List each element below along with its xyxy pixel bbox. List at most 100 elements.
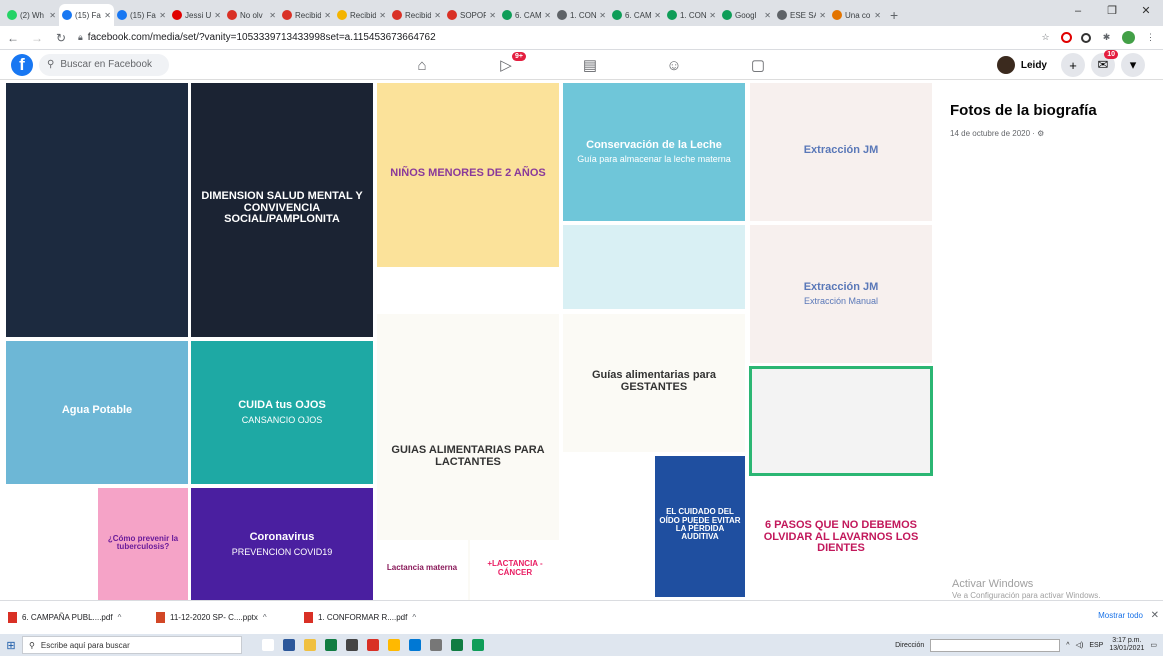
download-item[interactable]: 1. CONFORMAR R....pdf ^ [304,612,452,623]
browser-tab[interactable]: No olv ✕ [224,4,279,26]
download-item[interactable]: 11-12-2020 SP- C....pptx ^ [156,612,304,623]
browser-tab[interactable]: (15) Fa ✕ [59,4,114,26]
gallery-photo[interactable]: EL CUIDADO DEL OÍDO PUEDE EVITAR LA PÉRD… [654,455,746,598]
gallery-photo[interactable]: Guías alimentarias para GESTANTES [562,313,746,453]
minimize-button[interactable]: – [1061,0,1095,26]
browser-tab[interactable]: Recibid ✕ [334,4,389,26]
browser-tab[interactable]: 6. CAM ✕ [499,4,554,26]
tab-close-icon[interactable]: ✕ [819,11,826,20]
marketplace-icon[interactable]: ▤ [548,50,632,80]
tab-close-icon[interactable]: ✕ [489,11,496,20]
taskbar-app-icon[interactable] [346,639,358,651]
gallery-photo[interactable]: DIMENSION SALUD MENTAL Y CONVIVENCIA SOC… [190,82,374,338]
browser-tab[interactable]: (2) Wh ✕ [4,4,59,26]
show-all-button[interactable]: Mostrar todo [1098,611,1143,620]
forward-arrow-icon[interactable]: → [30,31,44,45]
browser-tab[interactable]: 1. CON ✕ [554,4,609,26]
opera-icon[interactable] [1061,32,1072,43]
home-icon[interactable]: ⌂ [380,50,464,80]
address-toolbar-field[interactable] [930,638,1061,652]
notification-center-icon[interactable]: ▭ [1150,641,1157,649]
gallery-photo[interactable] [5,82,189,338]
chevron-up-icon[interactable]: ^ [118,613,122,622]
star-icon[interactable]: ☆ [1039,31,1052,44]
chevron-up-icon[interactable]: ^ [263,613,267,622]
gallery-photo[interactable]: Agua Potable [5,340,189,485]
tab-close-icon[interactable]: ✕ [709,11,716,20]
gaming-icon[interactable]: ▢ [716,50,800,80]
tab-close-icon[interactable]: ✕ [324,11,331,20]
browser-tab[interactable]: ESE SA ✕ [774,4,829,26]
maximize-button[interactable]: ❐ [1095,0,1129,26]
profile-avatar-icon[interactable] [1122,31,1135,44]
browser-tab[interactable]: 6. CAM ✕ [609,4,664,26]
gallery-photo[interactable]: Extracción JM Extracción Manual [749,224,933,364]
tab-close-icon[interactable]: ✕ [104,11,111,20]
tab-close-icon[interactable]: ✕ [434,11,441,20]
browser-tab[interactable]: SOPOR ✕ [444,4,499,26]
gallery-photo[interactable]: Extracción JM [749,82,933,222]
volume-icon[interactable]: ◁) [1076,641,1084,649]
taskbar-app-icon[interactable] [388,639,400,651]
browser-tab[interactable]: Una co ✕ [829,4,884,26]
taskbar-app-icon[interactable] [325,639,337,651]
search-input[interactable]: ⚲ Buscar en Facebook [39,53,169,76]
tab-close-icon[interactable]: ✕ [379,11,386,20]
taskbar-search-input[interactable]: ⚲ Escribe aquí para buscar [22,636,242,654]
tab-close-icon[interactable]: ✕ [874,11,881,20]
tray-chevron-icon[interactable]: ^ [1066,642,1069,649]
user-name[interactable]: Leidy [1021,60,1047,71]
browser-tab[interactable]: (15) Fa ✕ [114,4,169,26]
taskbar-app-icon[interactable] [451,639,463,651]
tab-close-icon[interactable]: ✕ [269,11,276,20]
windows-start-icon[interactable]: ⊞ [0,634,22,656]
taskbar-app-icon[interactable] [472,639,484,651]
browser-tab[interactable]: Recibid ✕ [389,4,444,26]
tab-close-icon[interactable]: ✕ [214,11,221,20]
close-downloads-button[interactable]: ✕ [1151,610,1159,621]
gallery-photo[interactable]: +LACTANCIA -CÁNCER [470,540,560,600]
back-arrow-icon[interactable]: ← [6,31,20,45]
tab-close-icon[interactable]: ✕ [159,11,166,20]
chevron-up-icon[interactable]: ^ [412,613,416,622]
new-tab-button[interactable]: + [884,4,904,26]
menu-dots-icon[interactable]: ⋮ [1144,31,1157,44]
browser-tab[interactable]: Googl ✕ [719,4,774,26]
gallery-photo[interactable]: CUIDA tus OJOS CANSANCIO OJOS [190,340,374,485]
gallery-photo[interactable] [5,487,95,600]
groups-icon[interactable]: ☺ [632,50,716,80]
tab-close-icon[interactable]: ✕ [544,11,551,20]
taskbar-app-icon[interactable] [283,639,295,651]
url-field[interactable]: 🔒︎ facebook.com/media/set/?vanity=105333… [78,29,1029,47]
gallery-photo[interactable]: 6 PASOS QUE NO DEBEMOS OLVIDAR AL LAVARN… [749,478,933,600]
account-dropdown-icon[interactable]: ▾ [1121,53,1145,77]
gallery-photo[interactable]: ¿Cómo prevenir la tuberculosis? [97,487,189,600]
browser-tab[interactable]: 1. CON ✕ [664,4,719,26]
taskbar-app-icon[interactable] [367,639,379,651]
facebook-logo[interactable]: f [11,53,33,76]
browser-tab[interactable]: Jessi U ✕ [169,4,224,26]
watch-icon[interactable]: ▷ 9+ [464,50,548,80]
gallery-photo[interactable]: Coronavirus PREVENCION COVID19 [190,487,374,600]
download-item[interactable]: 6. CAMPAÑA PUBL....pdf ^ [8,612,156,623]
create-plus-icon[interactable]: + [1061,53,1085,77]
puzzle-icon[interactable]: ✱ [1100,31,1113,44]
taskbar-app-icon[interactable] [262,639,274,651]
clock[interactable]: 3:17 p.m. 13/01/2021 [1109,637,1144,652]
gallery-photo[interactable]: NIÑOS MENORES DE 2 AÑOS [376,82,560,268]
gallery-photo[interactable]: Lactancia materna [376,540,468,600]
taskbar-app-icon[interactable] [430,639,442,651]
close-window-button[interactable]: ✕ [1129,0,1163,26]
tab-close-icon[interactable]: ✕ [49,11,56,20]
tab-close-icon[interactable]: ✕ [764,11,771,20]
gallery-photo[interactable] [562,455,652,598]
extension-icon[interactable] [1081,32,1091,43]
reload-icon[interactable]: ↻ [54,31,68,45]
tab-close-icon[interactable]: ✕ [599,11,606,20]
avatar[interactable] [996,56,1015,74]
browser-tab[interactable]: Recibid ✕ [279,4,334,26]
messenger-icon[interactable]: ✉ 10 [1091,50,1118,77]
gallery-photo[interactable]: Conservación de la Leche Guía para almace… [562,82,746,222]
gallery-photo[interactable] [749,366,933,476]
tab-close-icon[interactable]: ✕ [654,11,661,20]
